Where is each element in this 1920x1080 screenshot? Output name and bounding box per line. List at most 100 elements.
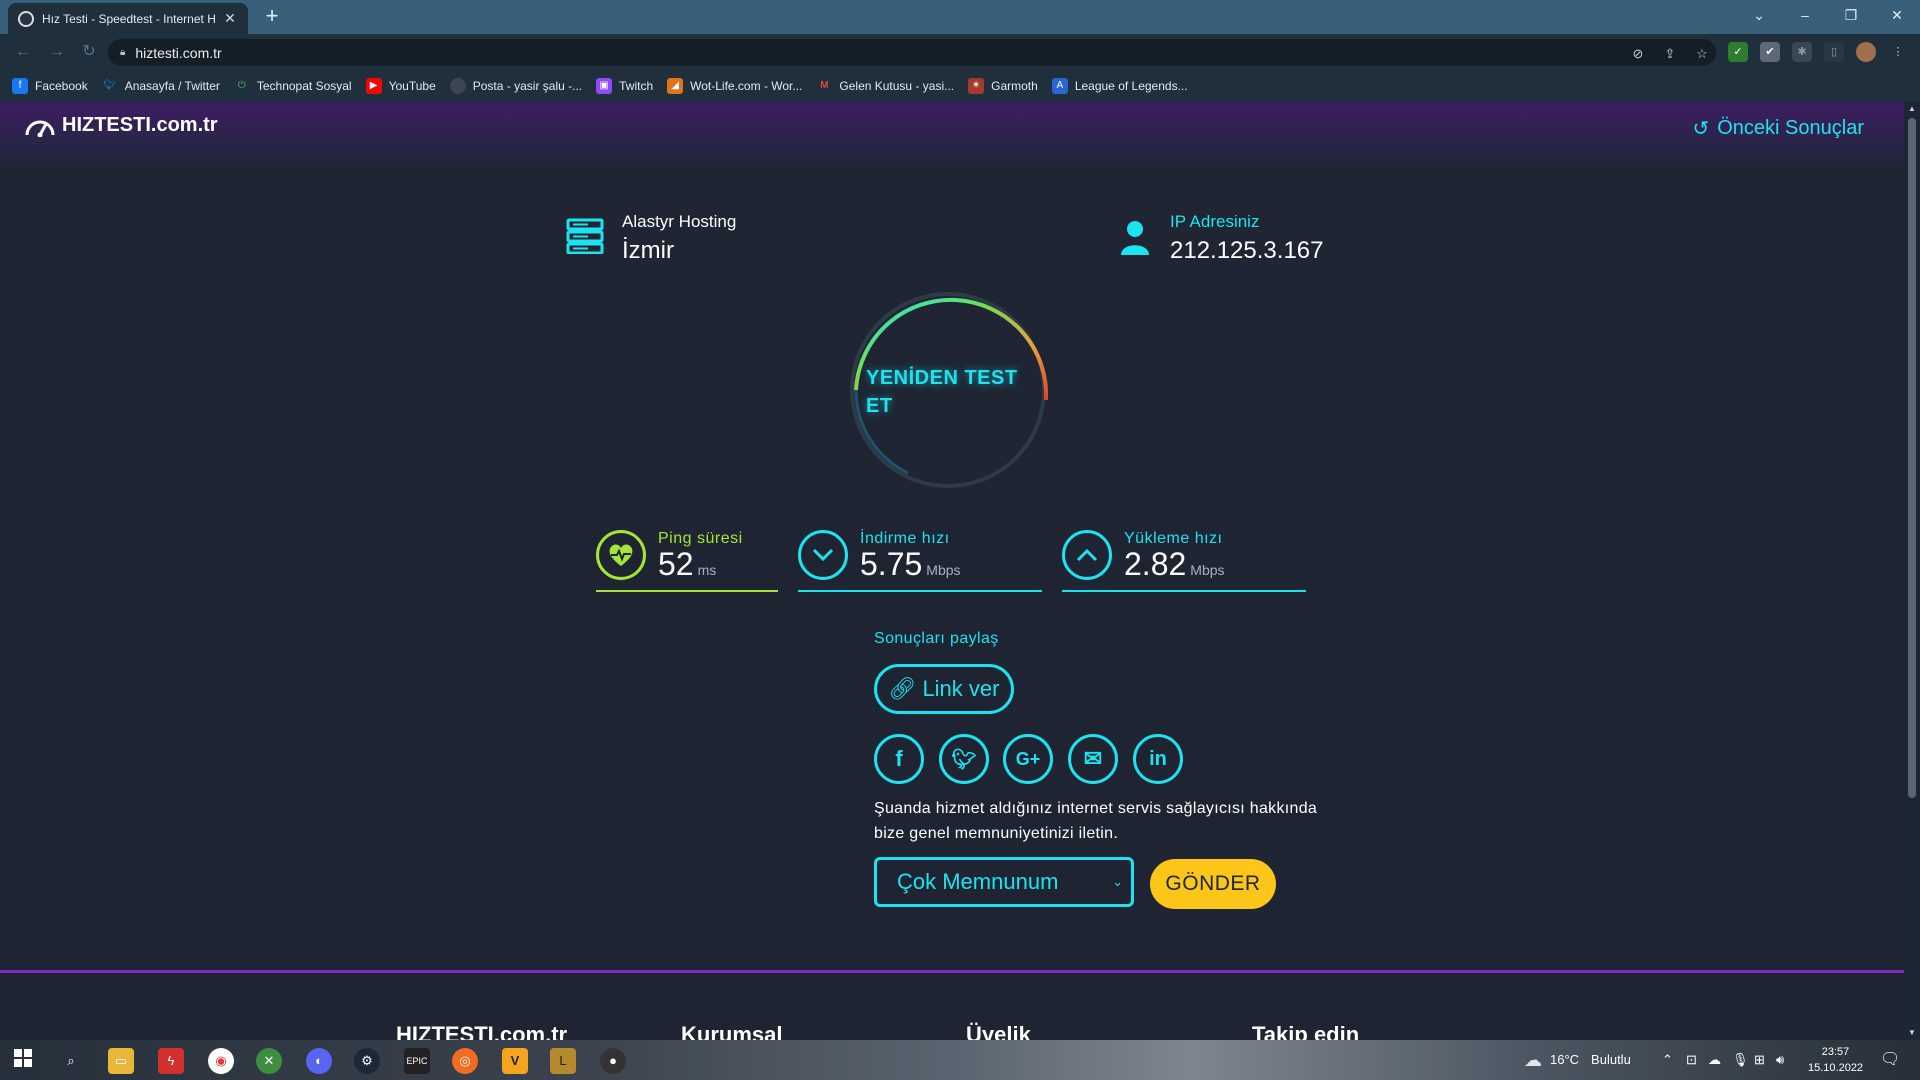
chrome-icon[interactable]: ◉ [208, 1048, 234, 1074]
origin-icon[interactable]: ◎ [452, 1048, 478, 1074]
chevron-down-icon: ⌄ [1112, 874, 1123, 889]
onedrive-cloud-icon[interactable]: ☁ [1708, 1040, 1721, 1080]
lock-icon[interactable]: 🔒︎ [120, 47, 125, 58]
bookmark-facebook[interactable]: f Facebook [12, 78, 88, 94]
chevron-down-icon [798, 530, 848, 580]
bookmark-posta[interactable]: Posta - yasir şalu -... [449, 78, 582, 94]
reload-icon[interactable]: ↻ [78, 41, 100, 63]
search-icon[interactable]: ⌕ [58, 1048, 84, 1074]
download-unit: Mbps [926, 562, 961, 578]
garmoth-icon: ✶ [968, 78, 985, 94]
forward-arrow-icon[interactable]: → [46, 41, 68, 63]
extension-puzzle-icon[interactable]: ✱ [1792, 42, 1812, 62]
share-facebook-button[interactable]: f [874, 734, 924, 784]
speedtest-page: HIZTESTI.com.tr ↺ Önceki Sonuçlar Alasty… [0, 102, 1904, 1040]
obs-icon[interactable]: ● [600, 1048, 626, 1074]
share-twitter-button[interactable]: 🐦︎ [939, 734, 989, 784]
share-email-button[interactable]: ✉ [1068, 734, 1118, 784]
steam-icon[interactable]: ⚙ [354, 1048, 380, 1074]
share-icon[interactable]: ⇪ [1660, 44, 1680, 64]
file-explorer-icon[interactable]: ▭ [108, 1048, 134, 1074]
network-icon[interactable]: ⊞ [1754, 1040, 1765, 1080]
restore-button[interactable]: ❐ [1828, 0, 1874, 30]
bookmark-twitter[interactable]: 🐦︎ Anasayfa / Twitter [102, 78, 220, 94]
satisfaction-select[interactable]: Çok Memnunum ⌄ [874, 857, 1134, 907]
epic-games-icon[interactable]: EPIC [404, 1048, 430, 1074]
upload-stat: Yükleme hızı 2.82 Mbps [1062, 530, 1306, 592]
google-plus-icon: G+ [1015, 748, 1041, 769]
share-title: Sonuçları paylaş [874, 630, 999, 647]
weather-widget[interactable]: ☁ 16°C Bulutlu [1524, 1040, 1631, 1080]
retest-button[interactable]: YENİDEN TEST ET [866, 364, 1036, 420]
gmail-icon: M [820, 80, 829, 91]
site-logo[interactable]: HIZTESTI.com.tr [24, 114, 218, 137]
discord-icon[interactable]: ◐ [306, 1048, 332, 1074]
extension-shield-icon[interactable]: ✓ [1728, 42, 1748, 62]
share-link-label: Link ver [922, 676, 1000, 701]
system-clock[interactable]: 23:57 15.10.2022 [1808, 1044, 1863, 1076]
facebook-icon: f [12, 78, 28, 94]
share-google-plus-button[interactable]: G+ [1003, 734, 1053, 784]
windows-start-icon[interactable] [10, 1048, 36, 1074]
clock-time: 23:57 [1821, 1046, 1850, 1058]
lol-icon: A [1051, 78, 1068, 94]
tray-app-icon[interactable]: ⊡ [1686, 1040, 1697, 1080]
bookmark-youtube[interactable]: ▶ YouTube [365, 78, 436, 94]
twitter-icon: 🐦︎ [103, 80, 117, 91]
server-icon [566, 218, 604, 254]
share-link-button[interactable]: 🔗︎ Link ver [874, 664, 1014, 714]
bookmark-twitch[interactable]: ▣ Twitch [596, 78, 653, 94]
bookmark-garmoth[interactable]: ✶ Garmoth [968, 78, 1038, 94]
page-scrollbar[interactable]: ▲ ▼ [1904, 102, 1920, 1040]
scroll-down-arrow-icon[interactable]: ▼ [1904, 1026, 1920, 1040]
browser-tab-active[interactable]: Hız Testi - Speedtest - Internet H ✕ [8, 3, 248, 34]
bookmark-league[interactable]: A League of Legends... [1051, 78, 1188, 94]
league-client-icon[interactable]: L [550, 1048, 576, 1074]
previous-results-label: Önceki Sonuçlar [1717, 117, 1864, 139]
xbox-icon[interactable]: ✕ [256, 1048, 282, 1074]
scrollbar-thumb[interactable] [1908, 118, 1916, 798]
valorant-icon[interactable]: V [502, 1048, 528, 1074]
tray-expand-chevron-icon[interactable]: ⌃ [1662, 1040, 1673, 1080]
close-window-button[interactable]: ✕ [1874, 0, 1920, 30]
profile-avatar[interactable] [1856, 42, 1876, 62]
ip-value: 212.125.3.167 [1170, 237, 1324, 264]
volume-icon[interactable]: 🔊︎ [1776, 1040, 1784, 1080]
youtube-icon: ▶ [365, 78, 382, 94]
server-city: İzmir [622, 237, 674, 264]
minimize-button[interactable]: – [1782, 0, 1828, 30]
share-linkedin-button[interactable]: in [1133, 734, 1183, 784]
submit-button[interactable]: GÖNDER [1150, 859, 1276, 909]
speedometer-favicon-icon [18, 10, 34, 27]
envelope-icon: ✉ [1083, 746, 1103, 771]
extension-check-icon[interactable]: ✔ [1760, 42, 1780, 62]
bookmark-technopat[interactable]: ⏻ Technopat Sosyal [234, 78, 352, 94]
bookmarks-bar: f Facebook 🐦︎ Anasayfa / Twitter ⏻ Technopa… [0, 70, 1920, 102]
tab-close-icon[interactable]: ✕ [222, 10, 238, 27]
history-icon: ↺ [1692, 118, 1710, 140]
location-blocked-icon[interactable]: ⊘ [1628, 44, 1648, 64]
new-tab-button[interactable]: + [258, 4, 286, 30]
notifications-icon[interactable]: 🗨︎ [1880, 1040, 1900, 1080]
logo-text: HIZTESTI.com.tr [62, 114, 218, 136]
lightning-app-icon[interactable]: ϟ [158, 1048, 184, 1074]
browser-menu-icon[interactable]: ⋮ [1888, 42, 1908, 62]
twitch-icon: ▣ [596, 78, 613, 94]
microphone-icon[interactable]: 🎙︎ [1732, 1040, 1749, 1080]
scroll-up-arrow-icon[interactable]: ▲ [1904, 102, 1920, 116]
footer-brand-heading: HIZTESTI.com.tr [396, 1022, 568, 1040]
ping-stat: Ping süresi 52 ms [596, 530, 778, 592]
mail-icon [449, 78, 466, 94]
previous-results-link[interactable]: ↺ Önceki Sonuçlar [1692, 116, 1864, 141]
tab-search-chevron-icon[interactable]: ⌄ [1736, 0, 1782, 30]
bookmark-wotlife[interactable]: ◢ Wot-Life.com - Wor... [667, 78, 802, 94]
bookmark-star-icon[interactable]: ☆ [1692, 44, 1712, 64]
url-text[interactable]: hiztesti.com.tr [135, 45, 221, 61]
address-bar[interactable]: 🔒︎ hiztesti.com.tr ⊘ ⇪ ☆ [108, 39, 1716, 66]
back-arrow-icon[interactable]: ← [12, 41, 34, 63]
bookmark-gmail[interactable]: M Gelen Kutusu - yasi... [816, 78, 954, 94]
windows-taskbar: ⌕ ▭ ϟ ◉ ✕ ◐ ⚙ EPIC ◎ V L ● ☁ 16°C Bulutl… [0, 1040, 1920, 1080]
footer-divider [0, 970, 1904, 973]
side-panel-icon[interactable]: ▯ [1824, 42, 1844, 62]
server-info[interactable]: Alastyr Hosting İzmir [566, 212, 736, 265]
